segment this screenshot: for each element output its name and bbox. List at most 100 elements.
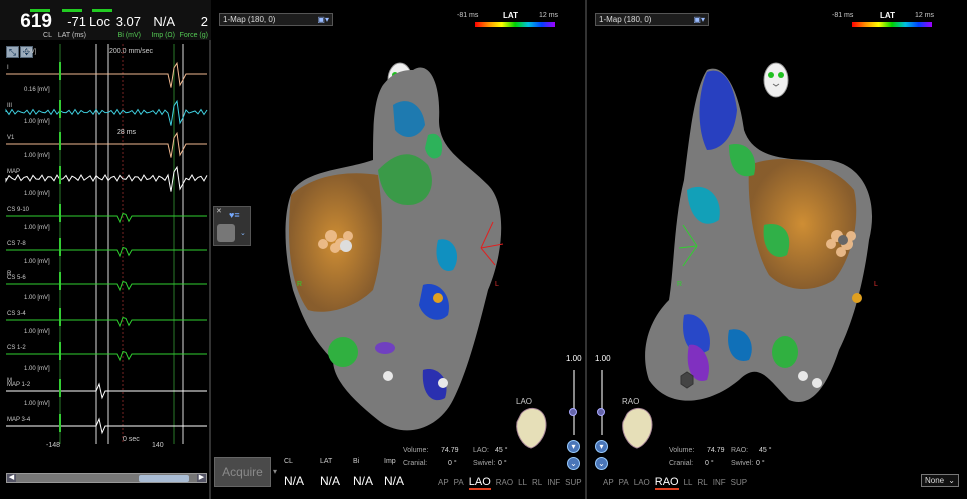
readout-lat: LAT N/A: [320, 458, 340, 488]
map-view-lao[interactable]: 1-Map (180, 0) ▣▾ -81 ms LAT 12 ms R L ✕…: [213, 0, 587, 499]
scroll-left-icon[interactable]: ◀: [7, 474, 16, 482]
zoom-reset-icon[interactable]: ⌄: [567, 457, 580, 470]
channel-name: CS 1-2: [7, 345, 26, 351]
stat-4: N/A Imp (Ω): [151, 12, 175, 40]
angle-value: 45 °: [759, 447, 772, 454]
view-tab-inf[interactable]: INF: [547, 478, 560, 487]
side-toolbox[interactable]: ✕ ♥≡ ⌄: [213, 206, 251, 246]
view-tab-lao[interactable]: LAO: [468, 476, 491, 490]
stat-value: 2: [200, 14, 208, 29]
view-tab-rl[interactable]: RL: [532, 478, 542, 487]
stat-label: Bi (mV): [117, 32, 141, 39]
marker-l: L: [874, 281, 878, 288]
egm-trace-7: [6, 316, 207, 328]
signal-indicator: [92, 9, 112, 12]
view-tab-inf[interactable]: INF: [713, 478, 726, 487]
swivel-label: Swivel:: [731, 460, 754, 467]
zoom-slider[interactable]: [573, 370, 575, 435]
readout-header: Imp: [384, 458, 396, 465]
zoom-reset-icon[interactable]: ⌄: [595, 457, 608, 470]
egm-trace-6: [6, 280, 207, 292]
egm-trace-10: [6, 417, 207, 435]
stat-value: Loc: [89, 14, 110, 29]
channel-name: III: [7, 103, 13, 109]
channel-name: MAP: [7, 169, 21, 175]
acquire-dropdown-icon[interactable]: ▾: [273, 467, 277, 476]
channel-name: CS 3-4: [7, 311, 26, 317]
egm-trace-4: [6, 212, 207, 224]
zoom-slider[interactable]: [601, 370, 603, 435]
readout-value: N/A: [284, 474, 305, 488]
chevron-down-icon: ⌄: [948, 476, 955, 485]
view-tab-rao[interactable]: RAO: [654, 476, 679, 490]
channel-scale: 1.00 [mV]: [24, 119, 50, 125]
acquire-button[interactable]: Acquire: [214, 457, 271, 487]
heart-tool-icon[interactable]: ♥≡: [229, 210, 240, 220]
view-tab-ap[interactable]: AP: [438, 478, 449, 487]
channel-name: I: [7, 65, 9, 71]
map-view-rao[interactable]: 1-Map (180, 0) ▣▾ -81 ms LAT 12 ms R L 1…: [589, 0, 967, 499]
egm-trace-5: [6, 246, 207, 258]
channel-scale: [mV]: [24, 49, 37, 55]
channel-scale: 1.00 [mV]: [24, 401, 50, 407]
stat-2: Loc: [89, 12, 110, 32]
stats-header: 619 CL -71 LAT (ms) Loc 3.07 Bi (mV) N/A Imp (Ω)…: [0, 0, 211, 40]
view-tab-pa[interactable]: PA: [619, 478, 629, 487]
tool-thumbnail[interactable]: [217, 224, 235, 242]
egm-trace-9: [6, 382, 207, 400]
channel-scale: 1.00 [mV]: [24, 366, 50, 372]
stat-1: -71 LAT (ms): [58, 12, 86, 40]
channel-name: CS 5-6: [7, 275, 26, 281]
stat-value: N/A: [153, 14, 175, 29]
volume-label: Volume:: [403, 447, 429, 454]
view-tab-sup[interactable]: SUP: [565, 478, 581, 487]
volume-label: Volume:: [669, 447, 695, 454]
marker-r: R: [677, 281, 682, 288]
channel-name: CS 9-10: [7, 207, 30, 213]
view-tab-rao[interactable]: RAO: [496, 478, 513, 487]
close-icon[interactable]: ✕: [216, 207, 222, 215]
marker-r: R: [297, 281, 302, 288]
volume-value: 74.79: [707, 447, 725, 454]
egm-horizontal-scrollbar[interactable]: ◀ ▶: [6, 473, 207, 483]
angle-value: 45 °: [495, 447, 508, 454]
egm-trace-3: [5, 165, 208, 192]
scroll-right-icon[interactable]: ▶: [197, 474, 206, 482]
channel-scale: 1.00 [mV]: [24, 259, 50, 265]
stat-label: Force (g): [179, 32, 208, 39]
scroll-thumb[interactable]: [139, 475, 189, 482]
view-tab-ll[interactable]: LL: [684, 478, 693, 487]
channel-name: V1: [7, 135, 15, 141]
readout-imp: Imp N/A: [384, 458, 404, 488]
view-tab-ap[interactable]: AP: [603, 478, 614, 487]
view-tab-ll[interactable]: LL: [518, 478, 527, 487]
view-tab-sup[interactable]: SUP: [731, 478, 747, 487]
readout-value: N/A: [384, 474, 405, 488]
time-axis-end: 140: [152, 442, 164, 449]
overlay-select[interactable]: None ⌄: [921, 474, 959, 487]
swivel-value: 0 °: [756, 460, 765, 467]
channel-scale: 1.00 [mV]: [24, 329, 50, 335]
heart-orientation-icon: [622, 408, 653, 449]
zoom-level: 1.00: [566, 354, 582, 363]
angle-label: RAO:: [731, 447, 749, 454]
zoom-slider-knob[interactable]: [569, 408, 577, 416]
readout-bi: Bi N/A: [353, 458, 373, 488]
cranial-value: 0 °: [448, 460, 457, 467]
view-tab-lao[interactable]: LAO: [634, 478, 650, 487]
view-tab-rl[interactable]: RL: [698, 478, 708, 487]
view-tabs: AP PA LAO RAO LL RL INF SUP: [438, 476, 585, 490]
zoom-slider-knob[interactable]: [597, 408, 605, 416]
overlay-select-value: None: [925, 476, 945, 485]
readout-header: Bi: [353, 458, 360, 465]
time-axis-zero: 0 sec: [123, 436, 140, 443]
volume-value: 74.79: [441, 447, 459, 454]
chevron-down-icon[interactable]: ⌄: [240, 229, 246, 237]
signal-indicator: [62, 9, 82, 12]
view-tab-pa[interactable]: PA: [454, 478, 464, 487]
zoom-down-icon[interactable]: ▾: [567, 440, 580, 453]
zoom-down-icon[interactable]: ▾: [595, 440, 608, 453]
cranial-value: 0 °: [705, 460, 714, 467]
signal-indicator: [30, 9, 50, 12]
channel-scale: 1.00 [mV]: [24, 153, 50, 159]
